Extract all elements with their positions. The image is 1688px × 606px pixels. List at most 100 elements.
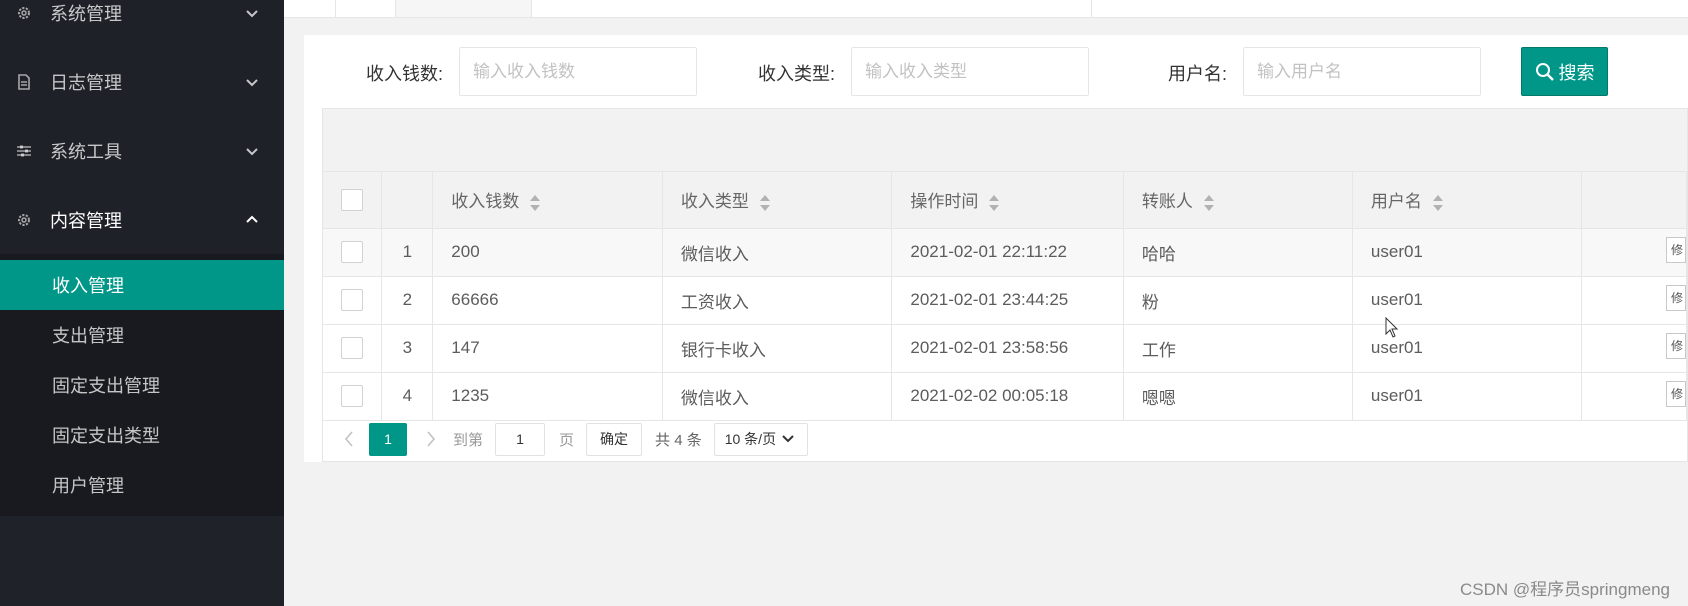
sort-icon[interactable] [759,194,771,211]
nav-group-tools[interactable]: 系统工具 [0,116,284,185]
sidebar-item-fixed-expense-type[interactable]: 固定支出类型 [0,410,284,460]
page-size-select[interactable]: 10 条/页 [713,422,808,456]
gear-icon [14,210,34,230]
gear-icon [14,3,34,23]
sidebar-menu: 系统管理 日志管理 系统工具 内容管理 收入管理 支出管理 固定支出管理 固定支… [0,0,284,518]
header-index-cell [381,172,434,229]
column-header-label: 收入类型 [680,192,749,212]
row-edit-button[interactable]: 修 [1665,284,1686,311]
tab-home[interactable] [336,0,396,17]
cell-amount: 1235 [432,372,663,421]
document-icon [14,72,34,92]
row-index: 3 [381,324,434,373]
search-icon [1535,62,1554,81]
page-size-value: 10 条/页 [724,431,777,447]
sliders-icon [14,141,34,161]
username-search-input[interactable] [1243,47,1481,96]
row-checkbox-cell [323,228,383,277]
page-1-button[interactable]: 1 [369,422,407,456]
cell-type: 银行卡收入 [662,324,893,373]
cell-actions: 修 [1581,324,1688,373]
tab-active[interactable] [396,0,532,17]
sort-icon[interactable] [529,194,541,211]
goto-page-input[interactable] [495,422,546,456]
prev-page-icon[interactable] [341,429,357,449]
row-checkbox[interactable] [341,385,364,407]
sidebar-item-fixed-expense[interactable]: 固定支出管理 [0,360,284,410]
chevron-down-icon [782,435,794,443]
row-checkbox[interactable] [341,241,364,263]
column-header-time[interactable]: 操作时间 [891,172,1124,229]
nav-group-log[interactable]: 日志管理 [0,47,284,116]
column-header-type[interactable]: 收入类型 [662,172,893,229]
sidebar-item-expense[interactable]: 支出管理 [0,310,284,360]
nav-group-system[interactable]: 系统管理 [0,0,284,47]
page-suffix: 页 [559,431,575,449]
goto-confirm-button[interactable]: 确定 [586,422,643,456]
content-submenu: 收入管理 支出管理 固定支出管理 固定支出类型 用户管理 [0,254,284,516]
cell-time: 2021-02-01 22:11:22 [891,228,1124,277]
row-checkbox[interactable] [341,289,364,311]
row-edit-button[interactable]: 修 [1665,380,1686,407]
nav-group-label: 系统管理 [50,3,122,24]
type-label: 收入类型: [758,64,836,84]
nav-group-label: 内容管理 [50,210,122,231]
tab-other[interactable] [532,0,1092,17]
watermark: CSDN @程序员springmeng [1460,580,1670,599]
tab-prev[interactable] [284,0,336,17]
cell-amount: 200 [432,228,663,277]
column-header-amount[interactable]: 收入钱数 [432,172,663,229]
username-label: 用户名: [1168,64,1228,84]
row-edit-button[interactable]: 修 [1665,236,1686,263]
table-toolbar [323,109,1687,172]
sort-icon[interactable] [1203,194,1215,211]
sort-icon[interactable] [1432,194,1444,211]
column-header-label: 转账人 [1141,192,1193,212]
tab-bar [284,0,1688,18]
nav-group-label: 日志管理 [50,72,122,93]
column-header-username[interactable]: 用户名 [1352,172,1582,229]
table-row[interactable]: 2 66666 工资收入 2021-02-01 23:44:25 粉 user0… [323,276,1688,325]
type-search-input[interactable] [851,47,1089,96]
cell-type: 工资收入 [662,276,893,325]
income-table: 收入钱数 收入类型 操作时间 转账人 用户名 1 200 微信收入 2021-0… [323,172,1688,421]
row-index: 4 [381,372,434,421]
table-row[interactable]: 4 1235 微信收入 2021-02-02 00:05:18 嗯嗯 user0… [323,372,1688,421]
chevron-up-icon [246,215,258,223]
cell-time: 2021-02-02 00:05:18 [891,372,1124,421]
amount-label: 收入钱数: [366,64,444,84]
chevron-down-icon [246,78,258,86]
nav-group-content[interactable]: 内容管理 [0,185,284,254]
row-checkbox-cell [323,372,383,421]
chevron-down-icon [246,9,258,17]
cell-payer: 粉 [1123,276,1353,325]
cell-payer: 嗯嗯 [1123,372,1353,421]
select-all-checkbox[interactable] [341,188,364,211]
next-page-icon[interactable] [423,429,439,449]
search-button-label: 搜索 [1558,62,1595,83]
nav-group-label: 系统工具 [50,141,122,162]
column-header-actions [1581,172,1688,229]
row-index: 2 [381,276,434,325]
amount-search-input[interactable] [459,47,697,96]
cell-actions: 修 [1581,372,1688,421]
cell-amount: 147 [432,324,663,373]
table-row[interactable]: 3 147 银行卡收入 2021-02-01 23:58:56 工作 user0… [323,324,1688,373]
cell-username: user01 [1352,372,1582,421]
cell-type: 微信收入 [662,228,893,277]
column-header-label: 收入钱数 [451,192,520,212]
sidebar-item-income[interactable]: 收入管理 [0,260,284,310]
sort-icon[interactable] [988,194,1000,211]
table-row[interactable]: 1 200 微信收入 2021-02-01 22:11:22 哈哈 user01… [323,228,1688,277]
row-checkbox-cell [323,276,383,325]
cell-payer: 工作 [1123,324,1353,373]
column-header-label: 用户名 [1370,192,1422,212]
cell-type: 微信收入 [662,372,893,421]
row-checkbox[interactable] [341,337,364,359]
sidebar-item-users[interactable]: 用户管理 [0,460,284,510]
cell-amount: 66666 [432,276,663,325]
cell-username: user01 [1352,228,1582,277]
column-header-payer[interactable]: 转账人 [1123,172,1353,229]
row-edit-button[interactable]: 修 [1665,332,1686,359]
search-button[interactable]: 搜索 [1521,47,1608,96]
